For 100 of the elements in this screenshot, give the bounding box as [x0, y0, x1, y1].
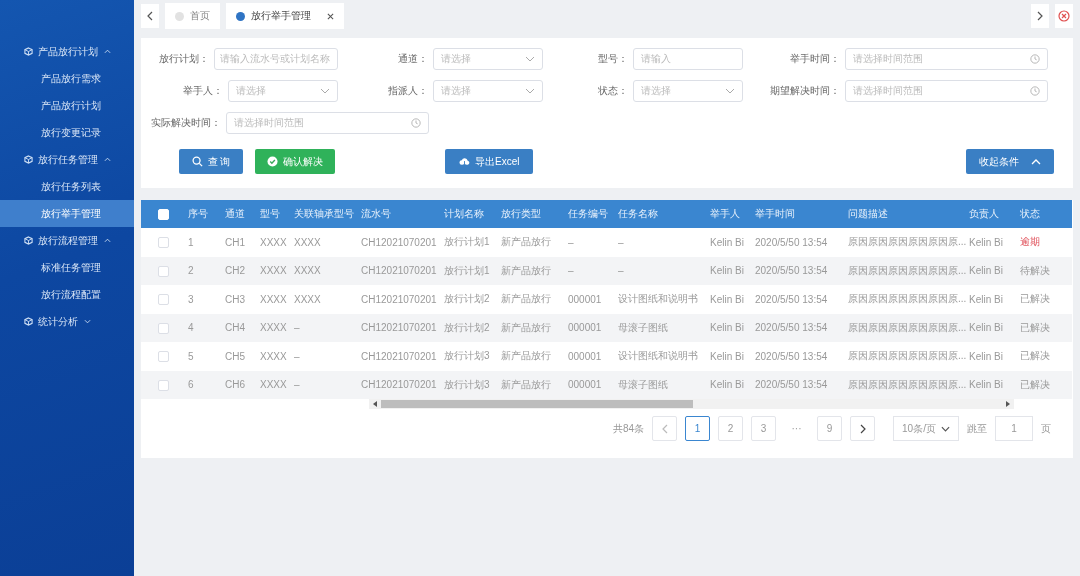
scroll-right-button[interactable] — [1031, 4, 1049, 28]
page-button[interactable]: 1 — [685, 416, 710, 441]
input-field[interactable]: 请输入 — [633, 48, 743, 70]
status-text: 待解决 — [1020, 264, 1050, 276]
table-cell: Kelin Bi — [969, 236, 1003, 248]
column-header[interactable]: 状态 — [1020, 208, 1040, 219]
column-header[interactable]: 序号 — [188, 208, 208, 219]
page-size-select[interactable]: 10条/页 — [893, 416, 959, 441]
field-label: 型号： — [598, 52, 628, 66]
menu-item[interactable]: 产品放行需求 — [0, 65, 134, 92]
column-header[interactable]: 举手人 — [710, 208, 740, 219]
table-cell: 母滚子图纸 — [618, 378, 668, 390]
menu-item[interactable]: 放行变更记录 — [0, 119, 134, 146]
input-field[interactable]: 请选择 — [433, 48, 543, 70]
menu-item[interactable]: 放行流程配置 — [0, 281, 134, 308]
table-cell: 2020/5/50 13:54 — [755, 265, 828, 277]
input-field[interactable]: 请选择时间范围 — [845, 80, 1048, 102]
clock-icon — [411, 118, 421, 128]
table-cell: – — [294, 322, 300, 334]
close-icon[interactable] — [327, 12, 334, 20]
table-cell: – — [618, 265, 624, 277]
row-checkbox[interactable] — [157, 379, 169, 391]
column-header[interactable]: 问题描述 — [848, 208, 888, 219]
cube-icon — [24, 317, 33, 326]
chevron-up-icon — [1031, 158, 1041, 165]
menu-group[interactable]: 统计分析 — [0, 308, 134, 335]
select-all-checkbox[interactable] — [157, 208, 169, 220]
collapse-button[interactable]: 收起条件 — [966, 149, 1054, 174]
row-checkbox[interactable] — [157, 294, 169, 306]
scroll-right-arrow-icon[interactable] — [1006, 401, 1010, 407]
menu-group[interactable]: 放行流程管理 — [0, 227, 134, 254]
confirm-button[interactable]: 确认解决 — [255, 149, 335, 174]
table-cell: 设计图纸和说明书 — [618, 293, 698, 305]
column-header[interactable]: 流水号 — [361, 208, 391, 219]
column-header[interactable]: 举手时间 — [755, 208, 795, 219]
row-checkbox[interactable] — [157, 351, 169, 363]
table-cell: CH12021070201 — [361, 265, 437, 277]
row-checkbox[interactable] — [157, 265, 169, 277]
menu-item[interactable]: 放行举手管理 — [0, 200, 134, 227]
page-button[interactable]: 2 — [718, 416, 743, 441]
table-cell: XXXX — [260, 322, 287, 334]
page-button[interactable]: 9 — [817, 416, 842, 441]
table-cell: 2 — [188, 265, 194, 277]
input-field[interactable]: 请选择 — [633, 80, 743, 102]
table-cell: 2020/5/50 13:54 — [755, 350, 828, 362]
column-header[interactable]: 任务编号 — [568, 208, 608, 219]
input-field[interactable]: 请输入流水号或计划名称 — [214, 48, 338, 70]
column-header[interactable]: 型号 — [260, 208, 280, 219]
table-cell: Kelin Bi — [710, 379, 744, 391]
field-label: 指派人： — [388, 84, 428, 98]
chevron-left-icon — [147, 11, 153, 21]
column-header[interactable]: 通道 — [225, 208, 245, 219]
field-label: 实际解决时间： — [151, 116, 221, 130]
column-header[interactable]: 关联轴承型号 — [294, 208, 354, 219]
tab[interactable]: 首页 — [165, 3, 220, 29]
input-field[interactable]: 请选择 — [433, 80, 543, 102]
close-all-button[interactable] — [1055, 4, 1073, 28]
input-field[interactable]: 请选择时间范围 — [845, 48, 1048, 70]
table-cell: 原因原因原因原因原因原... — [848, 236, 967, 248]
menu-group[interactable]: 放行任务管理 — [0, 146, 134, 173]
tab-label: 首页 — [190, 9, 210, 23]
scroll-left-arrow-icon[interactable] — [373, 401, 377, 407]
table-cell: 原因原因原因原因原因原... — [848, 378, 967, 390]
next-page-button[interactable] — [850, 416, 875, 441]
chevron-down-icon — [525, 54, 535, 64]
table-cell: XXXX — [294, 293, 321, 305]
table-cell: XXXX — [260, 350, 287, 362]
dot-icon — [236, 11, 245, 21]
column-header[interactable]: 任务名称 — [618, 208, 658, 219]
menu-item[interactable]: 标准任务管理 — [0, 254, 134, 281]
column-header[interactable]: 放行类型 — [501, 208, 541, 219]
table-cell: CH4 — [225, 322, 245, 334]
menu-group[interactable]: 产品放行计划 — [0, 38, 134, 65]
horizontal-scrollbar[interactable] — [369, 399, 1014, 409]
search-button[interactable]: 查 询 — [179, 149, 243, 174]
row-checkbox[interactable] — [157, 237, 169, 249]
table-cell: XXXX — [294, 236, 321, 248]
clock-icon — [1030, 54, 1040, 64]
chevron-down-icon — [320, 86, 330, 96]
table-cell: CH3 — [225, 293, 245, 305]
table-cell: 5 — [188, 350, 194, 362]
input-field[interactable]: 请选择 — [228, 80, 338, 102]
table-cell: 母滚子图纸 — [618, 321, 668, 333]
goto-page-field[interactable]: 1 — [995, 416, 1033, 441]
dot-icon — [175, 11, 184, 21]
table-cell: Kelin Bi — [969, 265, 1003, 277]
tab[interactable]: 放行举手管理 — [226, 3, 344, 29]
status-text: 逾期 — [1020, 236, 1040, 248]
chevron-down-icon — [940, 425, 950, 432]
table-cell: 000001 — [568, 322, 602, 334]
column-header[interactable]: 负责人 — [969, 208, 999, 219]
input-field[interactable]: 请选择时间范围 — [226, 112, 429, 134]
row-checkbox[interactable] — [157, 322, 169, 334]
column-header[interactable]: 计划名称 — [444, 208, 484, 219]
scroll-left-button[interactable] — [141, 4, 159, 28]
export-button[interactable]: 导出Excel — [445, 149, 534, 174]
previous-page-button[interactable] — [652, 416, 677, 441]
menu-item[interactable]: 产品放行计划 — [0, 92, 134, 119]
menu-item[interactable]: 放行任务列表 — [0, 173, 134, 200]
page-button[interactable]: 3 — [751, 416, 776, 441]
